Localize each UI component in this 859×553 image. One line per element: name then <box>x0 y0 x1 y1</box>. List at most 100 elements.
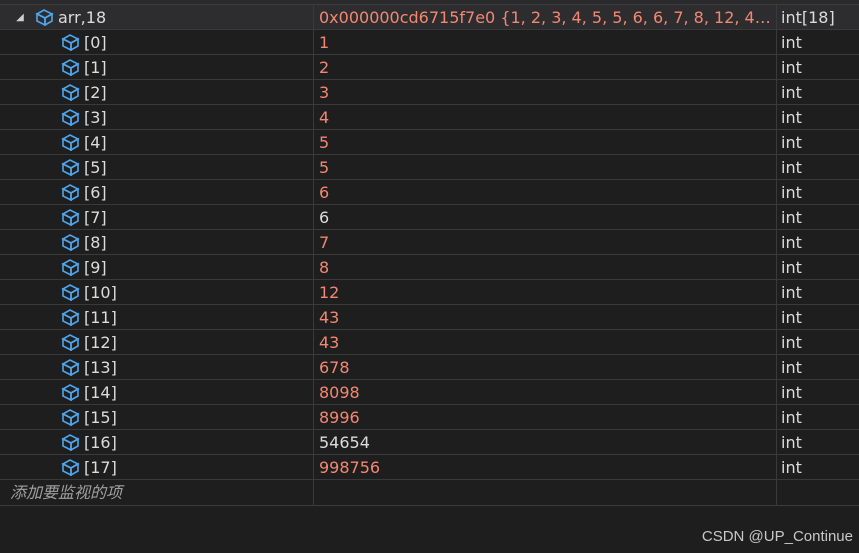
variable-cube-icon <box>60 382 82 402</box>
variable-cube-icon <box>60 232 82 252</box>
name-cell: [4] <box>0 130 314 154</box>
name-cell: [17] <box>0 455 314 479</box>
name-cell: [11] <box>0 305 314 329</box>
watch-row-item[interactable]: [4] 5 int <box>0 130 859 155</box>
add-watch-input[interactable]: 添加要监视的项 <box>0 480 314 505</box>
type-cell: int[18] <box>781 8 835 27</box>
type-cell: int <box>781 408 802 427</box>
value-cell[interactable]: 8 <box>314 255 777 279</box>
watch-row-item[interactable]: [7] 6 int <box>0 205 859 230</box>
value-cell[interactable]: 0x000000cd6715f7e0 {1, 2, 3, 4, 5, 5, 6,… <box>314 5 777 29</box>
collapse-triangle-icon[interactable]: ◢ <box>14 5 26 29</box>
variable-cube-icon <box>60 332 82 352</box>
value-cell[interactable]: 6 <box>314 180 777 204</box>
type-cell: int <box>781 333 802 352</box>
name-cell: [15] <box>0 405 314 429</box>
value-cell[interactable]: 678 <box>314 355 777 379</box>
type-cell: int <box>781 458 802 477</box>
element-index: [8] <box>84 232 107 252</box>
name-cell: [8] <box>0 230 314 254</box>
variable-cube-icon <box>60 257 82 277</box>
watch-row-item[interactable]: [13] 678 int <box>0 355 859 380</box>
element-index: [7] <box>84 207 107 227</box>
variable-cube-icon <box>60 357 82 377</box>
value-cell[interactable]: 3 <box>314 80 777 104</box>
element-index: [11] <box>84 307 117 327</box>
watch-row-item[interactable]: [8] 7 int <box>0 230 859 255</box>
watch-row-item[interactable]: [0] 1 int <box>0 30 859 55</box>
name-cell: [1] <box>0 55 314 79</box>
watch-row-item[interactable]: [11] 43 int <box>0 305 859 330</box>
type-cell: int <box>781 208 802 227</box>
name-cell: [7] <box>0 205 314 229</box>
value-cell[interactable]: 6 <box>314 205 777 229</box>
type-cell: int <box>781 233 802 252</box>
type-cell: int <box>781 283 802 302</box>
value-cell[interactable]: 5 <box>314 130 777 154</box>
variable-cube-icon <box>60 57 82 77</box>
watch-row-item[interactable]: [12] 43 int <box>0 330 859 355</box>
element-index: [0] <box>84 32 107 52</box>
value-cell[interactable]: 43 <box>314 305 777 329</box>
value-cell[interactable]: 2 <box>314 55 777 79</box>
type-cell: int <box>781 108 802 127</box>
watch-row-item[interactable]: [1] 2 int <box>0 55 859 80</box>
element-index: [9] <box>84 257 107 277</box>
variable-cube-icon <box>60 132 82 152</box>
value-cell[interactable]: 4 <box>314 105 777 129</box>
element-index: [1] <box>84 57 107 77</box>
watch-row-item[interactable]: [3] 4 int <box>0 105 859 130</box>
value-cell[interactable]: 8996 <box>314 405 777 429</box>
watch-items: [0] 1 int [1] 2 int [2] 3 int [3] 4 int [4] 5 int [5] 5 i… <box>0 30 859 480</box>
value-cell[interactable]: 8098 <box>314 380 777 404</box>
variable-name: arr,18 <box>58 7 107 27</box>
element-index: [6] <box>84 182 107 202</box>
watch-row-item[interactable]: [9] 8 int <box>0 255 859 280</box>
watch-row-item[interactable]: [5] 5 int <box>0 155 859 180</box>
variable-cube-icon <box>60 457 82 477</box>
type-cell: int <box>781 358 802 377</box>
variable-cube-icon <box>60 82 82 102</box>
watch-row-item[interactable]: [10] 12 int <box>0 280 859 305</box>
add-watch-row[interactable]: 添加要监视的项 <box>0 480 859 506</box>
name-cell: [14] <box>0 380 314 404</box>
watch-row-item[interactable]: [6] 6 int <box>0 180 859 205</box>
watch-row-item[interactable]: [16] 54654 int <box>0 430 859 455</box>
element-index: [2] <box>84 82 107 102</box>
watermark: CSDN @UP_Continue <box>701 528 853 545</box>
type-cell: int <box>781 433 802 452</box>
value-cell[interactable]: 12 <box>314 280 777 304</box>
element-index: [5] <box>84 157 107 177</box>
element-index: [12] <box>84 332 117 352</box>
name-cell: [9] <box>0 255 314 279</box>
variable-cube-icon <box>60 432 82 452</box>
name-cell: [13] <box>0 355 314 379</box>
value-cell[interactable]: 54654 <box>314 430 777 454</box>
name-cell: ◢ arr,18 <box>0 5 314 29</box>
value-cell[interactable]: 7 <box>314 230 777 254</box>
variable-cube-icon <box>60 107 82 127</box>
variable-cube-icon <box>60 32 82 52</box>
value-cell[interactable]: 43 <box>314 330 777 354</box>
watch-row-item[interactable]: [2] 3 int <box>0 80 859 105</box>
watch-row-item[interactable]: [17] 998756 int <box>0 455 859 480</box>
type-cell: int <box>781 158 802 177</box>
name-cell: [16] <box>0 430 314 454</box>
element-index: [16] <box>84 432 117 452</box>
watch-row-item[interactable]: [14] 8098 int <box>0 380 859 405</box>
variable-cube-icon <box>60 307 82 327</box>
name-cell: [3] <box>0 105 314 129</box>
element-index: [10] <box>84 282 117 302</box>
variable-cube-icon <box>60 407 82 427</box>
type-cell: int <box>781 308 802 327</box>
value-cell[interactable]: 5 <box>314 155 777 179</box>
watch-row-parent[interactable]: ◢ arr,18 0x000000cd6715f7e0 {1, 2, 3, 4,… <box>0 5 859 30</box>
name-cell: [6] <box>0 180 314 204</box>
variable-cube-icon <box>60 182 82 202</box>
value-cell[interactable]: 998756 <box>314 455 777 479</box>
watch-row-item[interactable]: [15] 8996 int <box>0 405 859 430</box>
element-index: [13] <box>84 357 117 377</box>
value-cell[interactable]: 1 <box>314 30 777 54</box>
name-cell: [10] <box>0 280 314 304</box>
name-cell: [0] <box>0 30 314 54</box>
